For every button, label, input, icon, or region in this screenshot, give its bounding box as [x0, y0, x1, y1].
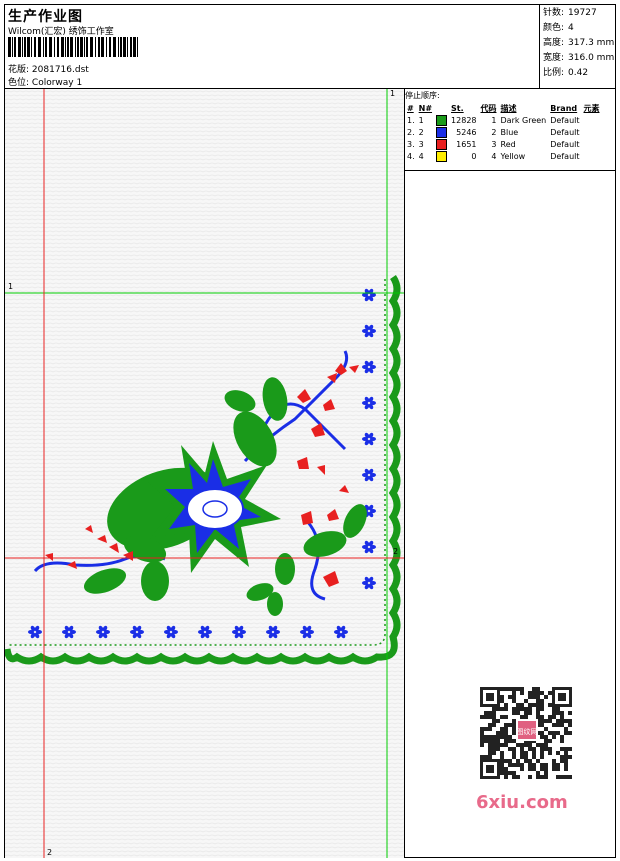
site-watermark: 6xiu.com [476, 792, 568, 813]
company-name: Wilcom(汇宏) 绣饰工作室 [8, 27, 114, 37]
table-row: 1. 1 12828 1 Dark Green Default [407, 114, 580, 126]
colorway-value: Colorway 1 [31, 78, 83, 88]
table-row: 2. 2 5246 2 Blue Default [407, 126, 580, 138]
guide-label-bottom: 2 [47, 848, 53, 857]
panel-divider [404, 88, 405, 858]
stats-divider [539, 4, 540, 88]
stat-scale: 比例: 0.42 [543, 68, 589, 78]
colorway-line: 色位: Colorway 1 [8, 75, 82, 88]
design-file-line: 花版: 2081716.dst [8, 62, 89, 75]
design-file: 2081716.dst [31, 65, 89, 75]
colorway-label: 色位: [8, 78, 30, 88]
qr-code: 图纹网 [474, 683, 578, 783]
stop-sequence-table: # N# St. 代码 描述 Brand 元素 1. 1 12828 1 Dark Gr… [405, 102, 602, 162]
design-label: 花版: [8, 65, 30, 75]
stop-sequence-panel: 停止顺序: # N# St. 代码 描述 Brand 元素 1. 1 12828 1 D… [404, 89, 616, 170]
table-row: 3. 3 1651 3 Red Default [407, 138, 580, 150]
design-stats: 针数: 19727 颜色: 4 高度: 317.3 mm 宽度: 316.0 mm 比例… [543, 6, 614, 81]
guide-label-right: 2 [393, 547, 399, 556]
stat-width: 宽度: 316.0 mm [543, 53, 615, 63]
stat-height: 高度: 317.3 mm [543, 38, 615, 48]
guide-label-top: 1 [390, 89, 396, 98]
stat-colors: 颜色: 4 [543, 23, 574, 33]
table-header: # N# St. 代码 描述 Brand 元素 [407, 103, 600, 113]
design-preview: 1 1 2 2 [5, 89, 404, 858]
color-swatch [436, 138, 448, 150]
barcode [8, 37, 138, 57]
table-row: 4. 4 0 4 Yellow Default [407, 150, 580, 162]
svg-text:图纹网: 图纹网 [517, 727, 538, 736]
embroidery-artwork [5, 89, 404, 858]
color-swatch [436, 150, 448, 162]
stoppanel-divider [404, 170, 616, 171]
page-title: 生产作业图 [8, 9, 83, 25]
guide-label-left: 1 [8, 282, 14, 291]
color-swatch [436, 126, 448, 138]
stop-sequence-heading: 停止顺序: [405, 91, 440, 100]
stat-stitches: 针数: 19727 [543, 8, 597, 18]
color-swatch [436, 114, 448, 126]
